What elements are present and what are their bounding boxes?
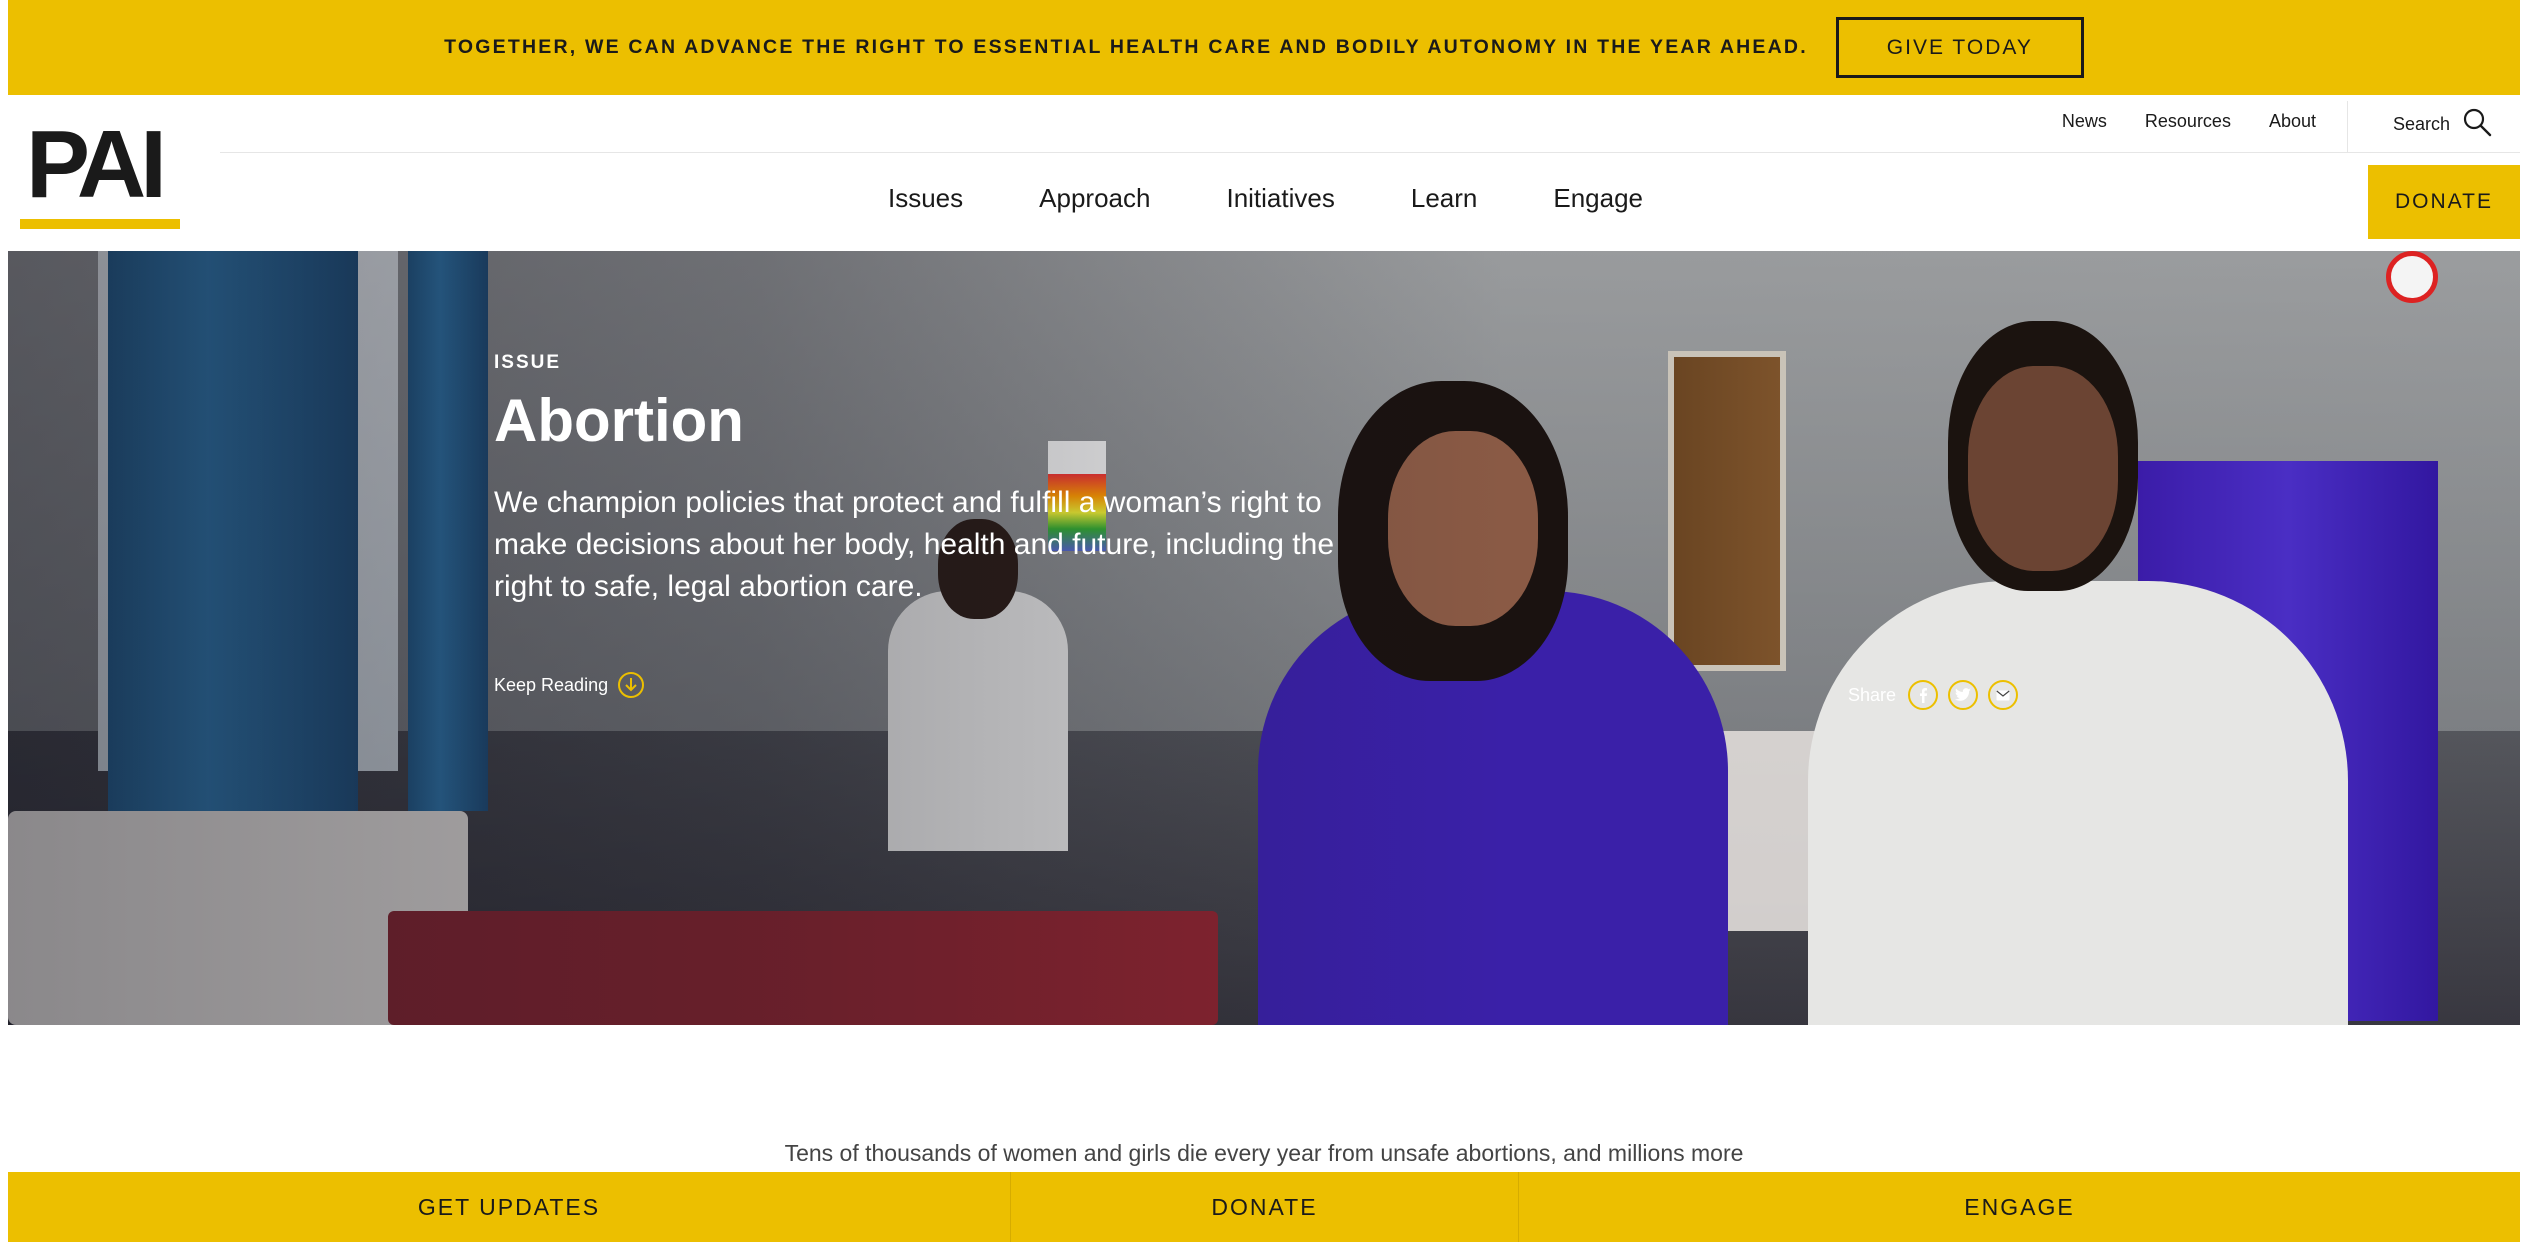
hero-description: We champion policies that protect and fu… xyxy=(494,486,1334,603)
nav-engage[interactable]: Engage xyxy=(1553,183,1643,214)
utility-nav: News Resources About Search xyxy=(8,95,2520,152)
header-divider xyxy=(220,152,2520,153)
intro-text: Tens of thousands of women and girls die… xyxy=(784,1140,1744,1166)
share-bar: Share xyxy=(1848,680,2019,710)
search-label: Search xyxy=(2392,114,2450,134)
bottom-action-bar: GET UPDATES DONATE ENGAGE xyxy=(8,1172,2520,1242)
email-icon[interactable] xyxy=(1988,680,2019,710)
announcement-banner: TOGETHER, WE CAN ADVANCE THE RIGHT TO ES… xyxy=(8,0,2520,95)
nav-approach[interactable]: Approach xyxy=(1039,183,1150,214)
utility-link-news[interactable]: News xyxy=(2062,111,2107,132)
arrow-down-icon xyxy=(618,672,645,698)
share-label: Share xyxy=(1848,684,1897,705)
hero-eyebrow: ISSUE xyxy=(494,352,562,373)
main-nav: Issues Approach Initiatives Learn Engage xyxy=(888,183,1643,214)
nav-issues[interactable]: Issues xyxy=(888,183,963,214)
hero-content: ISSUE Abortion We champion policies that… xyxy=(494,352,1394,608)
utility-link-about[interactable]: About xyxy=(2269,111,2316,132)
search-button[interactable]: Search xyxy=(2393,107,2492,142)
bottom-donate-button[interactable]: DONATE xyxy=(1011,1172,1519,1242)
utility-links: News Resources About xyxy=(2062,111,2316,132)
site-header: PAI News Resources About Search Issues A… xyxy=(8,95,2520,251)
nav-learn[interactable]: Learn xyxy=(1411,183,1478,214)
get-updates-button[interactable]: GET UPDATES xyxy=(8,1172,1011,1242)
search-icon xyxy=(2462,107,2492,142)
hero-photo-person xyxy=(1808,291,2348,1025)
bottom-engage-button[interactable]: ENGAGE xyxy=(1519,1172,2520,1242)
keep-reading-label: Keep Reading xyxy=(494,674,609,695)
keep-reading-link[interactable]: Keep Reading xyxy=(494,672,645,698)
twitter-icon[interactable] xyxy=(1948,680,1979,710)
hero-photo-sign xyxy=(2386,251,2438,303)
banner-message: TOGETHER, WE CAN ADVANCE THE RIGHT TO ES… xyxy=(444,36,1808,58)
give-today-button[interactable]: GIVE TODAY xyxy=(1835,17,2084,78)
logo-underline xyxy=(20,219,180,229)
facebook-icon[interactable] xyxy=(1908,680,1939,710)
nav-initiatives[interactable]: Initiatives xyxy=(1226,183,1334,214)
donate-button[interactable]: DONATE xyxy=(2368,165,2520,239)
utility-link-resources[interactable]: Resources xyxy=(2145,111,2231,132)
page-title: Abortion xyxy=(494,387,744,454)
utility-divider xyxy=(2347,101,2348,152)
